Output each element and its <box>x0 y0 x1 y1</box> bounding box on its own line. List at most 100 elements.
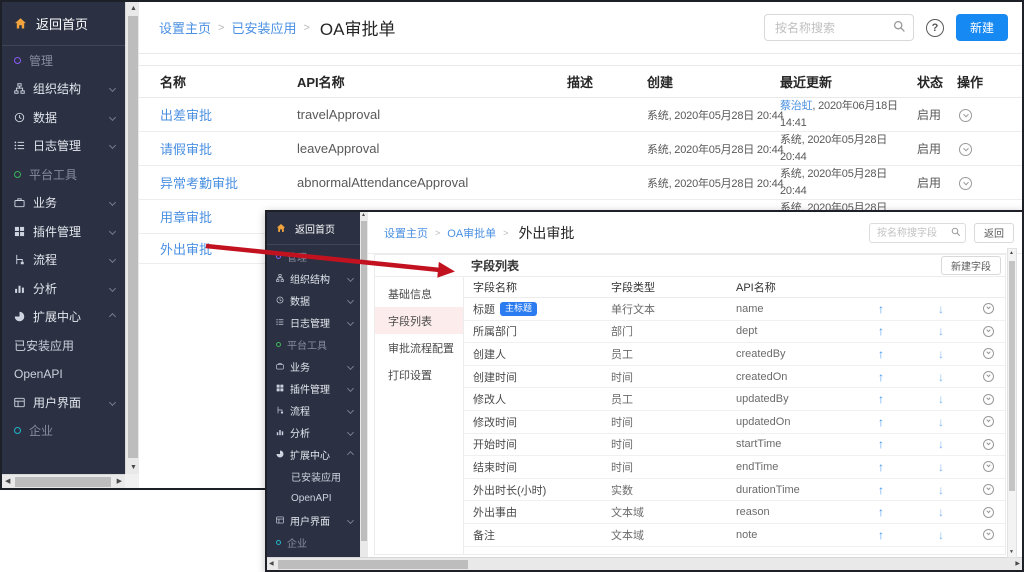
scroll-down-icon[interactable]: ▼ <box>1009 550 1014 555</box>
window-horizontal-scrollbar[interactable]: ◀ ▶ <box>267 557 1022 570</box>
move-down-icon[interactable]: ↓ <box>911 302 971 316</box>
sidebar-item[interactable]: 组织结构 <box>2 75 125 104</box>
scroll-up-icon[interactable]: ▲ <box>361 213 366 218</box>
subnav-item[interactable]: 字段列表 <box>375 307 463 334</box>
sidebar-item[interactable]: 插件管理 <box>2 217 125 246</box>
sidebar-item[interactable]: 流程 <box>2 246 125 275</box>
app-name-link[interactable]: 请假审批 <box>160 142 212 157</box>
sidebar-item[interactable]: 流程 <box>267 399 360 421</box>
sidebar-item[interactable]: 企业 <box>267 531 360 553</box>
move-up-icon[interactable]: ↑ <box>851 437 911 451</box>
sidebar-item[interactable]: 日志管理 <box>267 311 360 333</box>
row-actions-icon[interactable] <box>983 507 994 518</box>
move-up-icon[interactable]: ↑ <box>851 415 911 429</box>
move-up-icon[interactable]: ↑ <box>851 505 911 519</box>
row-actions-icon[interactable] <box>983 461 994 472</box>
row-actions-icon[interactable] <box>959 143 972 156</box>
scrollbar-thumb[interactable] <box>15 477 111 487</box>
scroll-left-icon[interactable]: ◀ <box>5 478 10 485</box>
new-button[interactable]: 新建 <box>956 14 1008 41</box>
sidebar-item[interactable]: 扩展中心 <box>267 443 360 465</box>
row-actions-icon[interactable] <box>983 484 994 495</box>
sidebar-item[interactable]: 分析 <box>267 421 360 443</box>
sidebar-item[interactable]: 已安装应用 <box>267 465 360 487</box>
row-actions-icon[interactable] <box>983 416 994 427</box>
scroll-down-icon[interactable]: ▼ <box>130 464 137 471</box>
sidebar-item[interactable]: 用户界面 <box>267 509 360 531</box>
row-actions-icon[interactable] <box>983 303 994 314</box>
app-name-link[interactable]: 异常考勤审批 <box>160 176 238 191</box>
scrollbar-thumb[interactable] <box>361 221 367 541</box>
move-down-icon[interactable]: ↓ <box>911 437 971 451</box>
breadcrumb-link[interactable]: 设置主页 <box>159 18 211 37</box>
scroll-left-icon[interactable]: ◀ <box>269 561 274 567</box>
move-up-icon[interactable]: ↑ <box>851 370 911 384</box>
sidebar-item[interactable]: 管理 <box>267 245 360 267</box>
scroll-up-icon[interactable]: ▲ <box>1009 251 1014 256</box>
sidebar-item[interactable]: 已安装应用 <box>2 331 125 360</box>
search-input[interactable] <box>764 14 914 41</box>
move-down-icon[interactable]: ↓ <box>911 324 971 338</box>
move-up-icon[interactable]: ↑ <box>851 392 911 406</box>
sidebar-item[interactable]: 数据 <box>2 103 125 132</box>
move-up-icon[interactable]: ↑ <box>851 460 911 474</box>
breadcrumb-link[interactable]: 已安装应用 <box>231 18 296 37</box>
move-up-icon[interactable]: ↑ <box>851 324 911 338</box>
sidebar-item[interactable]: 插件管理 <box>267 377 360 399</box>
sidebar-item[interactable]: 企业 <box>2 417 125 446</box>
subnav-item[interactable]: 审批流程配置 <box>375 334 463 361</box>
move-up-icon[interactable]: ↑ <box>851 347 911 361</box>
subnav-item[interactable]: 基础信息 <box>375 280 463 307</box>
row-actions-icon[interactable] <box>983 348 994 359</box>
move-up-icon[interactable]: ↑ <box>851 483 911 497</box>
scrollbar-thumb[interactable] <box>1009 261 1015 491</box>
sidebar-item[interactable]: 平台工具 <box>267 333 360 355</box>
move-down-icon[interactable]: ↓ <box>911 505 971 519</box>
scroll-up-icon[interactable]: ▲ <box>130 5 137 12</box>
sidebar-vertical-scrollbar[interactable]: ▲ <box>360 212 368 557</box>
row-actions-icon[interactable] <box>959 109 972 122</box>
row-actions-icon[interactable] <box>983 529 994 540</box>
move-down-icon[interactable]: ↓ <box>911 483 971 497</box>
back-button[interactable]: 返回 <box>974 223 1014 243</box>
sidebar-item[interactable]: 业务 <box>2 189 125 218</box>
row-actions-icon[interactable] <box>983 326 994 337</box>
sidebar-horizontal-scrollbar[interactable]: ◀ ▶ <box>2 474 125 488</box>
move-down-icon[interactable]: ↓ <box>911 528 971 542</box>
sidebar-item[interactable]: 组织结构 <box>267 267 360 289</box>
move-up-icon[interactable]: ↑ <box>851 302 911 316</box>
sidebar-item[interactable]: 数据 <box>267 289 360 311</box>
sidebar-item[interactable]: 管理 <box>2 46 125 75</box>
scroll-right-icon[interactable]: ▶ <box>1015 561 1020 567</box>
sidebar-item[interactable]: 日志管理 <box>2 132 125 161</box>
sidebar-home-button[interactable]: 返回首页 <box>267 212 360 245</box>
panel-vertical-scrollbar[interactable]: ▲ ▼ <box>1007 248 1017 558</box>
breadcrumb-link[interactable]: 设置主页 <box>384 225 428 241</box>
move-down-icon[interactable]: ↓ <box>911 370 971 384</box>
app-name-link[interactable]: 外出审批 <box>160 242 212 257</box>
new-field-button[interactable]: 新建字段 <box>941 256 1001 275</box>
app-name-link[interactable]: 用章审批 <box>160 210 212 225</box>
sidebar-item[interactable]: 分析 <box>2 274 125 303</box>
move-down-icon[interactable]: ↓ <box>911 460 971 474</box>
row-actions-icon[interactable] <box>983 394 994 405</box>
row-actions-icon[interactable] <box>959 177 972 190</box>
scrollbar-thumb[interactable] <box>278 560 468 569</box>
sidebar-vertical-scrollbar[interactable]: ▲ ▼ <box>125 2 139 474</box>
app-name-link[interactable]: 出差审批 <box>160 108 212 123</box>
sidebar-item[interactable]: 扩展中心 <box>2 303 125 332</box>
sidebar-home-button[interactable]: 返回首页 <box>2 2 125 46</box>
help-icon[interactable]: ? <box>926 19 944 37</box>
row-actions-icon[interactable] <box>983 439 994 450</box>
row-actions-icon[interactable] <box>983 371 994 382</box>
move-down-icon[interactable]: ↓ <box>911 347 971 361</box>
sidebar-item[interactable]: OpenAPI <box>267 487 360 509</box>
scrollbar-thumb[interactable] <box>128 16 138 458</box>
move-up-icon[interactable]: ↑ <box>851 528 911 542</box>
scroll-right-icon[interactable]: ▶ <box>117 478 122 485</box>
subnav-item[interactable]: 打印设置 <box>375 361 463 388</box>
sidebar-item[interactable]: 平台工具 <box>2 160 125 189</box>
move-down-icon[interactable]: ↓ <box>911 392 971 406</box>
move-down-icon[interactable]: ↓ <box>911 415 971 429</box>
breadcrumb-link[interactable]: OA审批单 <box>447 225 496 241</box>
